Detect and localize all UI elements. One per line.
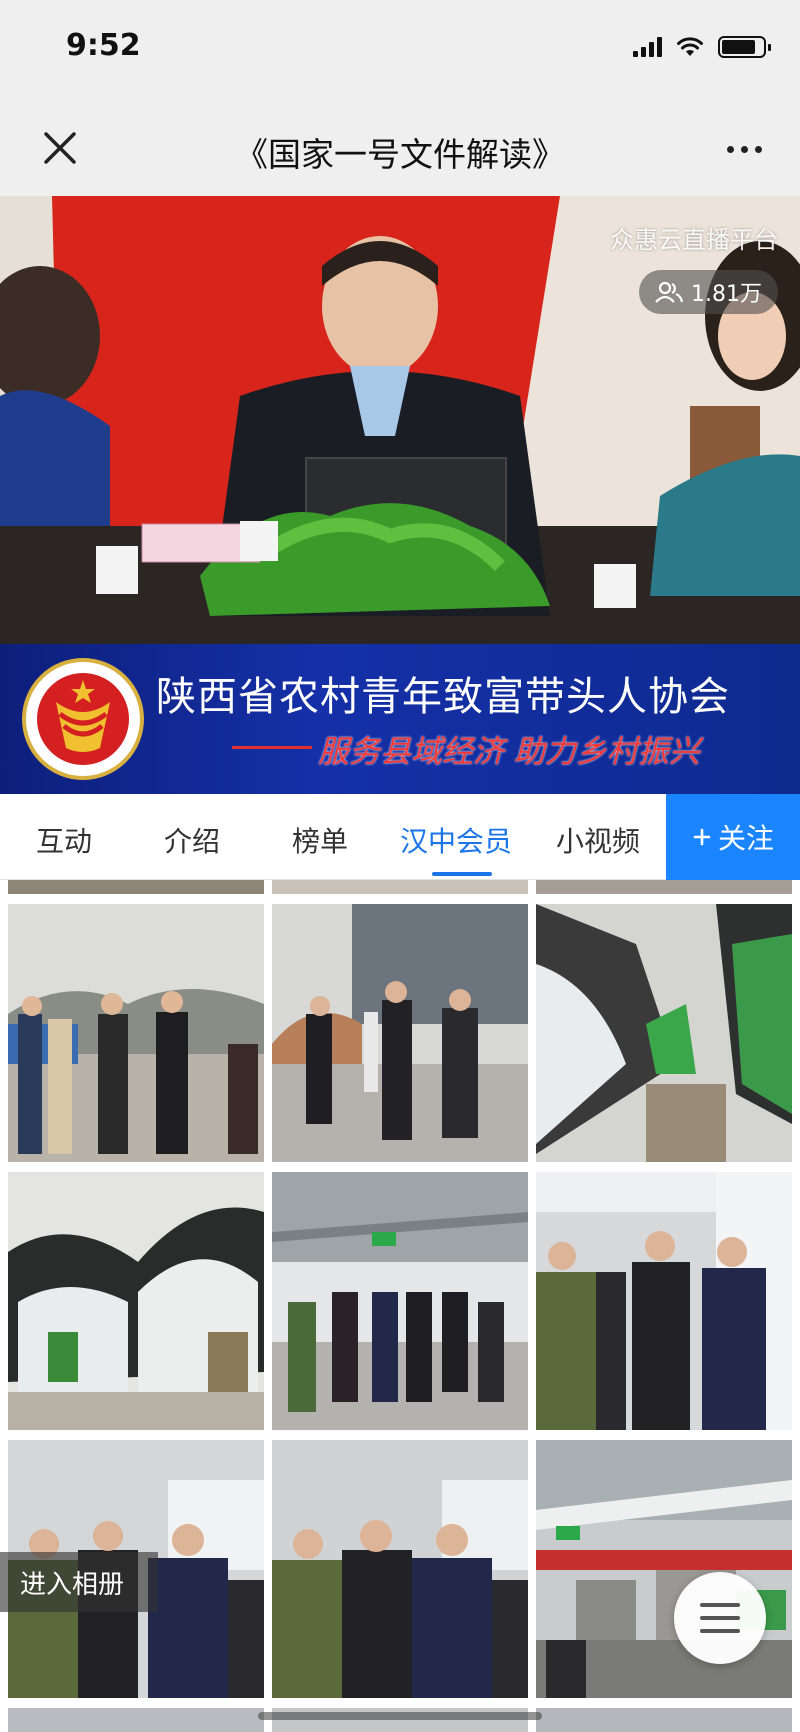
nav-bar: 《国家一号文件解读》 <box>0 100 800 196</box>
photo-item[interactable] <box>272 880 528 894</box>
photo-item[interactable] <box>536 880 792 894</box>
banner-title: 陕西省农村青年致富带头人协会 <box>156 674 730 720</box>
status-icons <box>633 36 771 58</box>
tab-introduction[interactable]: 介绍 <box>164 820 220 860</box>
tab-bar: 互动 介绍 榜单 汉中会员 小视频 关注 <box>0 794 800 880</box>
live-video-player[interactable]: 众惠云直播平台 1.81万 <box>0 196 800 644</box>
photo-item[interactable] <box>272 1440 528 1698</box>
cellular-signal-icon <box>633 37 662 57</box>
logo-emblem-icon <box>37 673 129 765</box>
slogan-dash <box>232 746 312 749</box>
more-options-icon[interactable] <box>727 146 762 153</box>
tab-interaction[interactable]: 互动 <box>36 820 92 860</box>
menu-icon[interactable] <box>674 1572 766 1664</box>
tab-short-videos[interactable]: 小视频 <box>556 820 640 860</box>
wifi-icon <box>677 37 703 56</box>
plus-icon <box>693 828 711 846</box>
photo-item[interactable] <box>536 1708 792 1732</box>
photo-item[interactable] <box>8 880 264 894</box>
status-bar: 9:52 <box>0 0 800 100</box>
photo-item[interactable] <box>536 1440 792 1698</box>
follow-label: 关注 <box>717 822 774 855</box>
video-watermark: 众惠云直播平台 <box>610 226 778 254</box>
tab-hanzhong-members[interactable]: 汉中会员 <box>400 820 512 860</box>
follow-button[interactable]: 关注 <box>666 794 800 880</box>
close-icon[interactable] <box>38 126 82 170</box>
active-tab-indicator <box>432 872 492 876</box>
photo-item[interactable] <box>8 904 264 1162</box>
users-icon <box>655 281 683 303</box>
scroll-indicator <box>258 1712 542 1720</box>
photo-item[interactable] <box>272 1172 528 1430</box>
photo-item[interactable] <box>536 904 792 1162</box>
banner-slogan: 服务县域经济 助力乡村振兴 <box>318 734 700 770</box>
tab-ranking[interactable]: 榜单 <box>292 820 348 860</box>
association-logo <box>22 658 144 780</box>
viewer-count-badge: 1.81万 <box>639 270 778 314</box>
photo-item[interactable] <box>536 1172 792 1430</box>
photo-item[interactable] <box>272 904 528 1162</box>
video-scene <box>0 196 800 644</box>
enter-album-button[interactable]: 进入相册 <box>0 1552 158 1612</box>
battery-icon <box>718 36 771 58</box>
photo-item[interactable] <box>8 1708 264 1732</box>
status-time: 9:52 <box>66 28 141 63</box>
photo-item[interactable] <box>8 1172 264 1430</box>
viewer-count: 1.81万 <box>691 282 762 307</box>
association-banner: 陕西省农村青年致富带头人协会 服务县域经济 助力乡村振兴 <box>0 644 800 794</box>
page-title: 《国家一号文件解读》 <box>235 135 565 174</box>
